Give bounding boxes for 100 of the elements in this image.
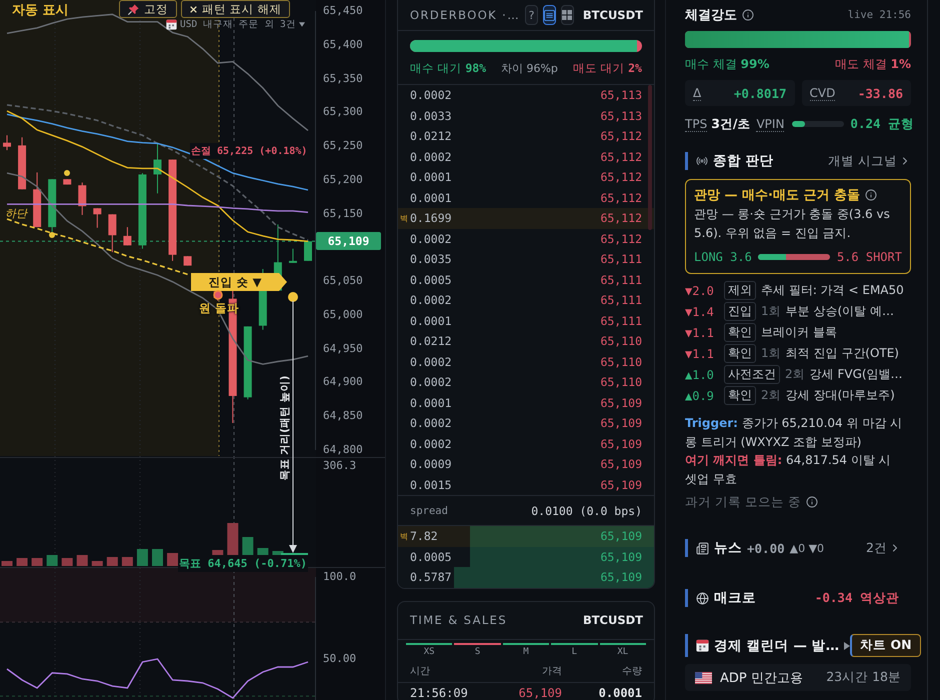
current-price-badge: 65,109	[316, 232, 381, 250]
signal-tag: 확인	[724, 323, 756, 342]
column-header: 시간	[410, 664, 431, 678]
verdict-title: 관망 — 매수·매도 근거 충돌	[694, 187, 860, 204]
signal-tag: 제외	[724, 281, 756, 300]
order-quantity: 0.0005	[410, 550, 452, 564]
news-score: +0.00	[747, 540, 785, 556]
order-quantity: 0.0002	[410, 88, 452, 102]
order-quantity: 0.5787	[410, 570, 452, 584]
trade-time: 21:56:09	[410, 686, 469, 700]
order-price: 65,112	[600, 211, 642, 226]
section-title: 매크로	[714, 589, 756, 607]
order-price: 65,111	[600, 272, 642, 287]
signal-text: 추세 필터: 가격 < EMA50	[761, 282, 904, 299]
vpin-label: VPIN	[756, 116, 784, 132]
order-quantity: 0.0001	[410, 170, 452, 184]
order-price: 65,112	[600, 190, 642, 205]
spread-label: spread	[410, 504, 448, 516]
order-quantity: 0.0001	[410, 396, 452, 410]
price-axis-label: 64,850	[323, 409, 363, 424]
price-axis-label: 65,450	[323, 4, 363, 18]
order-price: 65,109	[600, 529, 642, 544]
price-axis-label: 65,000	[323, 308, 363, 322]
section-title: 경제 캘린더 — 발…	[714, 636, 840, 654]
order-price: 65,113	[600, 108, 642, 123]
order-price: 65,109	[600, 570, 642, 584]
auto-display-label: 자동 표시	[12, 2, 69, 19]
price-axis-label: 65,400	[323, 38, 363, 52]
trade-quantity: 0.0001	[598, 686, 642, 700]
price-axis-label: 65,250	[323, 139, 363, 154]
price-axis-label: 65,300	[323, 105, 363, 120]
column-header: 가격	[541, 664, 562, 678]
price-axis-label: 65,350	[323, 72, 363, 86]
symbol-label: BTCUSDT	[582, 8, 643, 22]
sell-share: 매도 체결 1%	[834, 56, 911, 72]
order-quantity: 0.0002	[410, 416, 452, 430]
signal-text: 강세 FVG(임밸…	[810, 366, 903, 383]
signal-text: 부분 상승(이탈 예…	[786, 303, 894, 320]
flow-title: 체결강도	[685, 7, 737, 24]
order-quantity: 0.0002	[410, 293, 452, 308]
macro-value: -0.34 역상관	[814, 590, 899, 606]
order-price: 65,109	[600, 478, 642, 492]
column-header: 수량	[621, 664, 642, 678]
verdict-text: 관망 — 롱·숏 근거가 충돌 중(3.6 vs 5.6). 우위 없음 = 진입 금지.	[694, 206, 891, 242]
order-quantity: 0.0002	[410, 436, 452, 451]
stop-loss-label: 손절 65,225 (+0.18%)	[190, 143, 308, 159]
order-price: 65,111	[600, 252, 642, 266]
band-label: 하단	[5, 206, 27, 221]
trigger-note: Trigger: 종가가 65,210.04 위 마감 시 롱 트리거 (WXYXZ 조합 보정파)	[685, 415, 904, 450]
order-price: 65,112	[600, 150, 642, 164]
long-score: LONG 3.6	[694, 250, 752, 264]
invalidation-note: 여기 깨지면 틀림: 64,817.54 이탈 시 셋업 무효	[685, 452, 892, 488]
order-price: 65,109	[600, 457, 642, 472]
share-gap: 차이 96%p	[500, 60, 558, 76]
vpin-reading: 0.24 균형	[850, 116, 914, 132]
order-price: 65,112	[600, 232, 642, 246]
signal-tag: 진입	[724, 302, 756, 321]
order-price: 65,112	[600, 170, 642, 184]
symbol-label: BTCUSDT	[582, 613, 643, 627]
price-axis-label: 65,150	[323, 206, 363, 221]
order-quantity: 0.0035	[410, 252, 452, 266]
signal-score: ▼1.1	[685, 346, 715, 360]
event-name: ADP 민간고용	[720, 670, 804, 686]
order-quantity: 0.0005	[410, 272, 452, 287]
signal-tag: 확인	[724, 344, 756, 363]
wall-marker: 벽	[400, 214, 408, 223]
bid-share: 매수 대기 98%	[410, 60, 486, 76]
signal-score: ▼1.4	[685, 304, 715, 318]
buy-share: 매수 체결 99%	[685, 56, 770, 72]
order-price: 65,109	[600, 396, 642, 410]
order-price: 65,109	[600, 416, 642, 430]
target-distance-label: 목표 거리(패턴 높이)	[278, 374, 292, 482]
order-price: 65,111	[600, 314, 642, 328]
orderbook-title: ORDERBOOK ·…	[410, 8, 520, 22]
signal-score: ▼1.1	[685, 326, 715, 340]
order-price: 65,113	[600, 88, 642, 102]
target-label: 목표 64,645 (-0.71%)	[178, 555, 308, 572]
order-price: 65,111	[600, 293, 642, 308]
price-axis-label: 65,200	[323, 172, 363, 187]
signal-count: 1회	[761, 303, 781, 320]
order-quantity: 0.0015	[410, 478, 452, 492]
signal-count: 2회	[761, 387, 781, 404]
order-quantity: 0.0002	[410, 354, 452, 369]
signal-score: ▲1.0	[685, 368, 715, 382]
tps-label: TPS	[685, 116, 708, 132]
order-price: 65,110	[600, 354, 642, 369]
order-price: 65,109	[600, 550, 642, 564]
stat-value: -33.86	[858, 86, 903, 100]
order-quantity: 0.0002	[410, 150, 452, 164]
signal-score: ▼2.0	[685, 284, 715, 298]
volume-axis-label: 306.3	[323, 459, 356, 473]
wall-marker: 벽	[400, 532, 408, 541]
order-quantity: 0.0212	[410, 334, 452, 348]
signal-tag: 확인	[724, 386, 756, 405]
entry-badge: 진입 숏 ▼	[191, 273, 287, 291]
order-quantity: 0.0212	[410, 129, 452, 144]
oscillator-axis-label: 100.0	[323, 570, 356, 584]
ask-share: 매도 대기 2%	[572, 60, 642, 76]
short-score: 5.6 SHORT	[836, 250, 902, 264]
spread-value: 0.0100 (0.0 bps)	[531, 504, 642, 518]
